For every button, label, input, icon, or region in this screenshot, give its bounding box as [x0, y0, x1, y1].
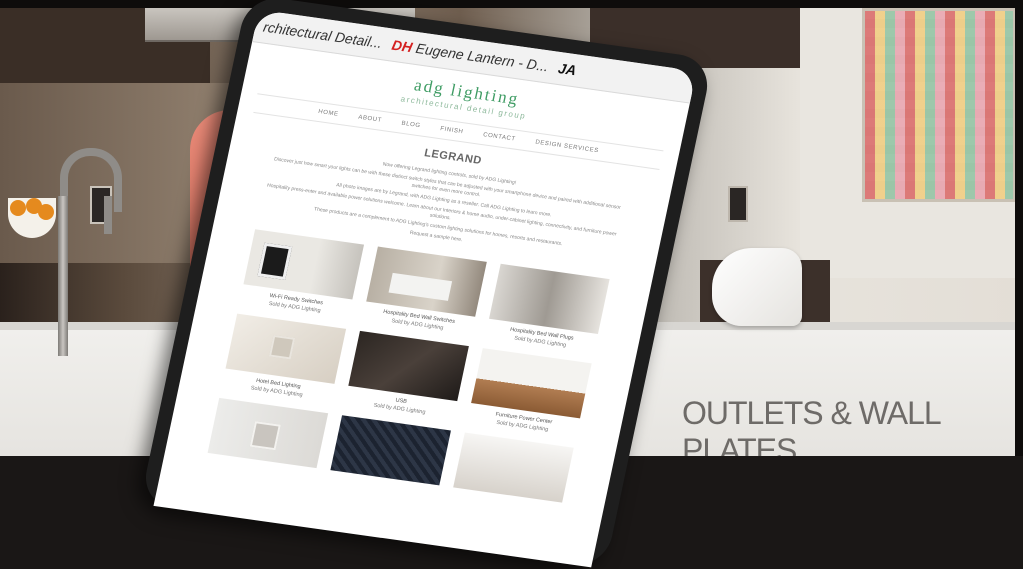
product-image[interactable]	[348, 330, 469, 402]
tab-favicon: DH	[390, 36, 414, 56]
product-image[interactable]	[489, 263, 610, 335]
nav-item-design-services[interactable]: DESIGN SERVICES	[535, 139, 600, 154]
product-image[interactable]	[471, 348, 592, 419]
orange	[38, 204, 54, 220]
nav-item-blog[interactable]: BLOG	[401, 121, 421, 130]
browser-tab[interactable]: JA	[557, 60, 578, 78]
product-grid: Wi-Fi Ready Switches Sold by ADG Lightin…	[165, 223, 651, 512]
nav-item-home[interactable]: HOME	[318, 109, 339, 118]
wall-outlet-right	[728, 186, 748, 222]
product-image[interactable]	[207, 397, 329, 469]
banner-caption: OUTLETS & WALL PLATES	[682, 395, 940, 456]
product-card[interactable]: USB Sold by ADG Lighting	[344, 330, 469, 421]
faucet	[52, 148, 122, 358]
product-image[interactable]	[366, 246, 487, 317]
product-card[interactable]	[330, 415, 451, 489]
product-image[interactable]	[243, 229, 365, 300]
product-card[interactable]: Hospitality Bed Wall Switches Sold by AD…	[362, 246, 487, 337]
product-image[interactable]	[453, 432, 574, 503]
hand-mixer	[712, 248, 802, 326]
product-card[interactable]: Wi-Fi Ready Switches Sold by ADG Lightin…	[239, 229, 365, 319]
right-frame-bar	[1015, 0, 1023, 456]
tab-favicon: JA	[556, 60, 578, 79]
product-card[interactable]: Hospitality Bed Wall Plugs Sold by ADG L…	[485, 263, 610, 354]
nav-item-finish[interactable]: FINISH	[440, 126, 464, 135]
product-image[interactable]	[330, 415, 451, 486]
abstract-painting	[862, 8, 1016, 202]
product-card[interactable]	[452, 432, 574, 506]
nav-item-contact[interactable]: CONTACT	[482, 132, 516, 142]
product-image[interactable]	[225, 313, 347, 384]
product-card[interactable]	[207, 397, 329, 472]
product-card[interactable]: Furniture Power Center Sold by ADG Light…	[467, 348, 592, 438]
nav-item-about[interactable]: ABOUT	[358, 115, 383, 124]
product-card[interactable]: Hotel Bed Lighting Sold by ADG Lighting	[221, 313, 347, 404]
top-frame-bar	[0, 0, 1023, 8]
orange	[10, 200, 26, 216]
